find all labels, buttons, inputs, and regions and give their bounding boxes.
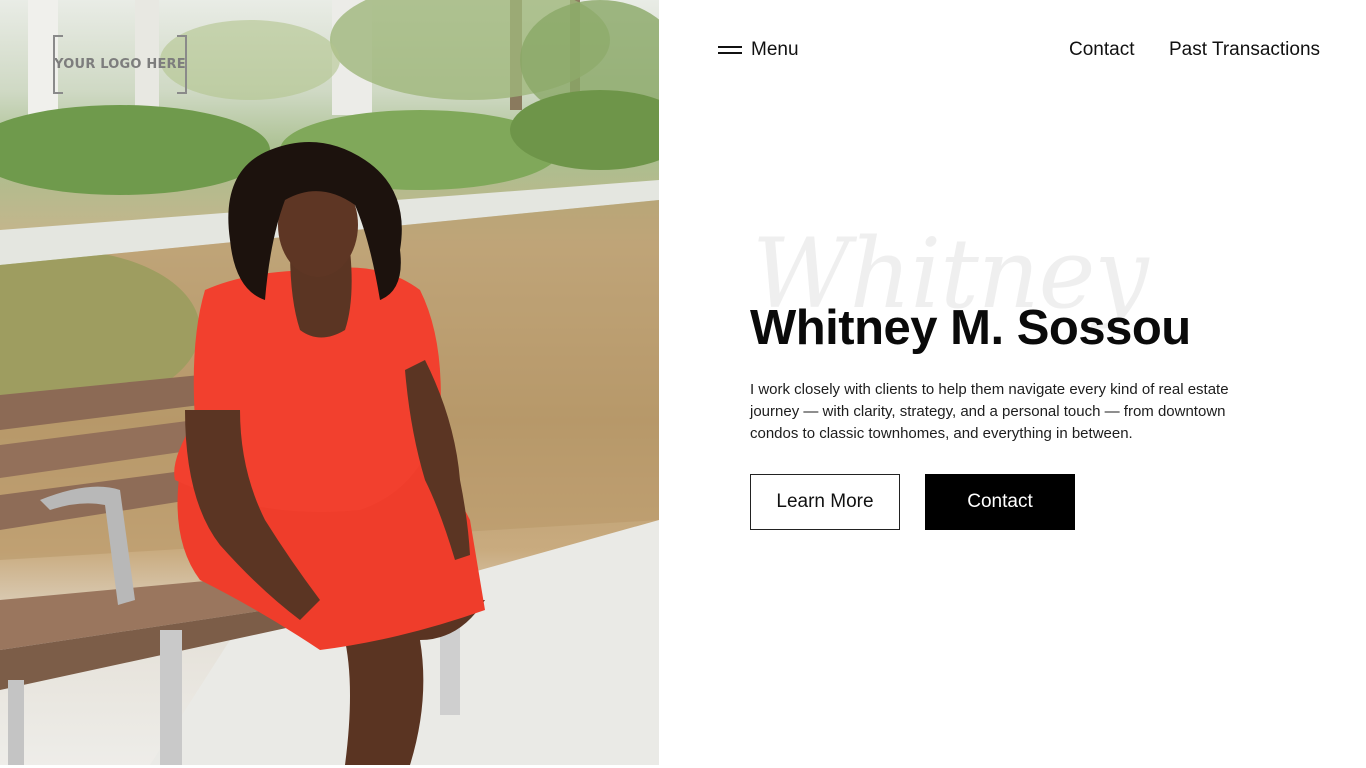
hero-description: I work closely with clients to help them… xyxy=(750,381,1229,442)
nav-link-past-transactions[interactable]: Past Transactions xyxy=(1169,36,1320,64)
hamburger-icon xyxy=(718,46,742,54)
page-title: Whitney M. Sossou xyxy=(750,301,1191,355)
hero-photo: YOUR LOGO HERE xyxy=(0,0,659,765)
logo-bracket-right xyxy=(177,35,187,94)
hero-photo-illustration xyxy=(0,0,659,765)
logo[interactable]: YOUR LOGO HERE xyxy=(53,35,187,94)
menu-button[interactable]: Menu xyxy=(718,36,799,64)
logo-bracket-left xyxy=(53,35,63,94)
menu-label: Menu xyxy=(751,39,799,60)
nav-link-contact[interactable]: Contact xyxy=(1069,36,1134,64)
logo-text: YOUR LOGO HERE xyxy=(54,57,186,72)
learn-more-button[interactable]: Learn More xyxy=(750,474,900,530)
contact-button[interactable]: Contact xyxy=(925,474,1075,530)
